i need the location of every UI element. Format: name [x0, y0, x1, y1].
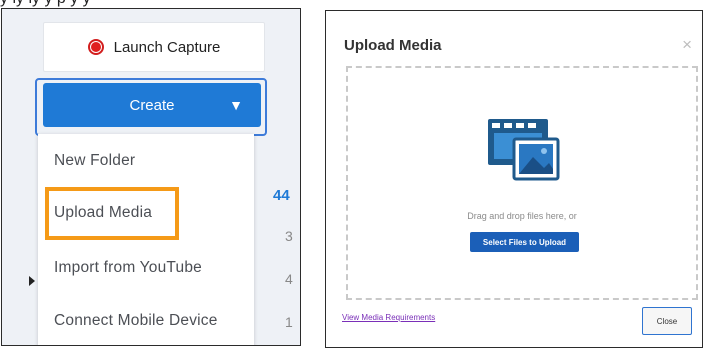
- close-button[interactable]: Close: [642, 307, 692, 335]
- upload-media-highlight: [45, 187, 179, 240]
- item-count: 44: [273, 187, 290, 204]
- caret-down-icon: ▼: [229, 97, 243, 113]
- menu-item-connect-mobile[interactable]: Connect Mobile Device: [54, 312, 218, 330]
- item-count: 3: [285, 228, 293, 244]
- clipped-caption: y ly ly y p y y: [0, 0, 703, 8]
- dialog-title: Upload Media: [344, 37, 442, 54]
- item-count: 4: [285, 271, 293, 287]
- upload-media-dialog: Upload Media × Drag and drop files here,…: [325, 10, 703, 348]
- create-dropdown-menu: New Folder Upload Media Import from YouT…: [38, 134, 254, 345]
- item-count: 1: [285, 314, 293, 330]
- drop-zone[interactable]: Drag and drop files here, or Select File…: [346, 66, 698, 300]
- create-button[interactable]: Create ▼: [43, 83, 261, 127]
- create-label: Create: [129, 96, 175, 114]
- close-icon[interactable]: ×: [682, 35, 692, 55]
- launch-capture-label: Launch Capture: [113, 38, 221, 56]
- left-panel: Launch Capture Create ▼ New Folder Uploa…: [1, 8, 301, 346]
- media-files-icon: [488, 119, 560, 181]
- drop-instructions: Drag and drop files here, or: [467, 211, 577, 221]
- expand-arrow-icon[interactable]: [29, 276, 35, 286]
- select-files-button[interactable]: Select Files to Upload: [470, 232, 579, 252]
- menu-item-new-folder[interactable]: New Folder: [54, 152, 135, 170]
- media-requirements-link[interactable]: View Media Requirements: [342, 313, 435, 322]
- record-icon: [87, 39, 104, 55]
- menu-item-import-youtube[interactable]: Import from YouTube: [54, 259, 202, 277]
- launch-capture-button[interactable]: Launch Capture: [43, 22, 265, 72]
